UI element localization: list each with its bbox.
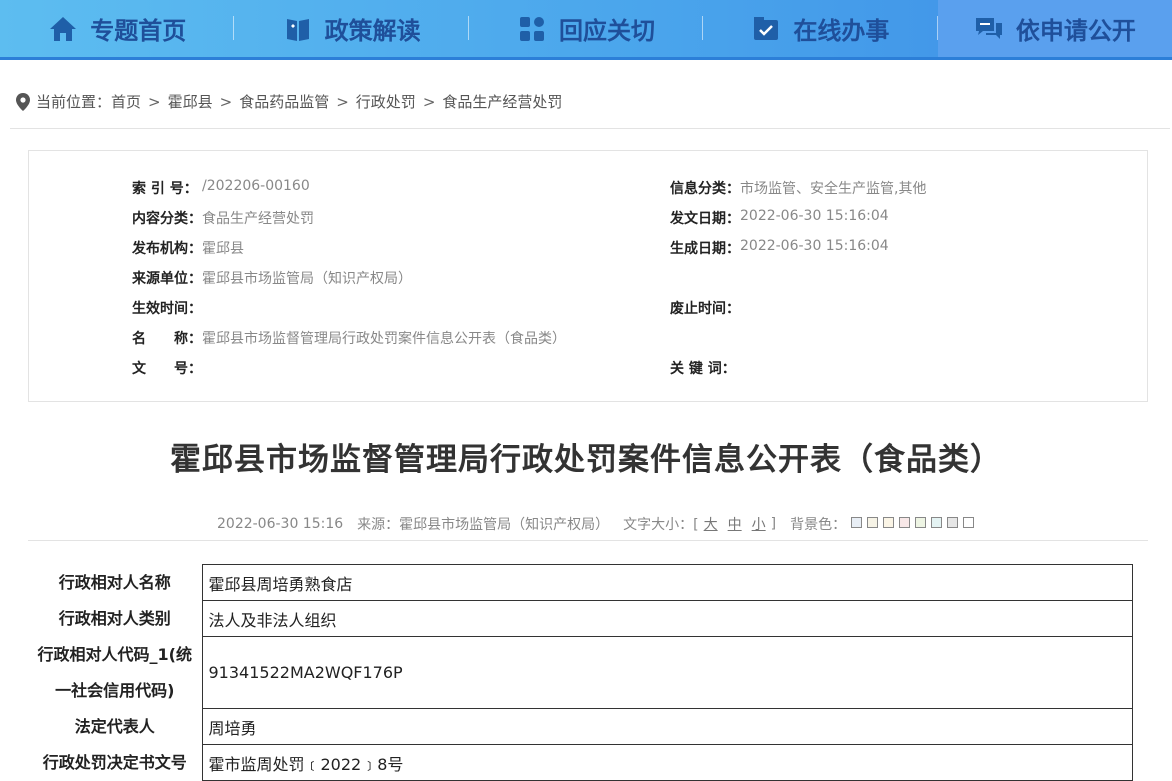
bg-color-swatch[interactable] [931, 517, 943, 528]
bg-color-swatch[interactable] [867, 517, 879, 528]
table-row: 行政处罚决定书文号 霍市监周处罚﹝2022﹞8号 [28, 744, 1133, 781]
breadcrumb-divider [10, 128, 1170, 129]
meta-name: 名 称： 霍邱县市场监督管理局行政处罚案件信息公开表（食品类） [132, 328, 566, 348]
meta-index-label: 索 引 号： [132, 181, 198, 197]
meta-category-label: 信息分类： [670, 181, 740, 197]
nav-item-label: 专题首页 [90, 17, 187, 45]
meta-docno-label: 文 号： [132, 361, 202, 377]
table-key: 行政处罚决定书文号 [42, 752, 187, 772]
meta-index: 索 引 号： /202206-00160 [132, 178, 310, 198]
article-source: 来源：霍邱县市场监管局（知识产权局） [357, 517, 610, 533]
table-row: 行政相对人类别 法人及非法人组织 [28, 600, 1133, 637]
breadcrumb-separator: > [219, 92, 233, 111]
meta-category-value: 市场监管、安全生产监管,其他 [740, 181, 927, 197]
grid-icon [520, 16, 545, 41]
meta-gen-date-value: 2022-06-30 15:16:04 [740, 238, 889, 254]
case-info-table: 行政相对人名称 霍邱县周培勇熟食店 行政相对人类别 法人及非法人组织 行政相对人… [28, 564, 1133, 781]
bg-color-swatch[interactable] [899, 517, 911, 528]
table-row: 行政相对人代码_1(统一社会信用代码) 91341522MA2WQF176P [28, 636, 1133, 709]
breadcrumb-prefix: 当前位置： [36, 93, 112, 111]
meta-org-value: 霍邱县 [202, 241, 244, 257]
breadcrumb-separator: > [148, 92, 161, 111]
meta-effective-label: 生效时间： [132, 301, 202, 317]
font-size-bracket: ] [770, 516, 777, 532]
font-size-large-button[interactable]: 大 [704, 514, 718, 534]
breadcrumb-food-penalty[interactable]: 食品生产经营处罚 [442, 91, 562, 112]
breadcrumb-county[interactable]: 霍邱县 [168, 91, 213, 112]
table-row: 行政相对人名称 霍邱县周培勇熟食店 [28, 564, 1133, 601]
meta-org: 发布机构： 霍邱县 [132, 238, 244, 258]
briefcase-icon [754, 16, 779, 40]
meta-keywords-label: 关 键 词： [670, 361, 736, 377]
nav-item-response[interactable]: 回应关切 [469, 0, 704, 57]
article-info-bar: 2022-06-30 15:16 来源：霍邱县市场监管局（知识产权局） 文字大小… [217, 514, 975, 534]
table-value: 周培勇 [201, 708, 1133, 745]
meta-name-value: 霍邱县市场监督管理局行政处罚案件信息公开表（食品类） [202, 331, 566, 347]
nav-item-label: 在线办事 [793, 17, 890, 45]
meta-gen-date-label: 生成日期： [670, 241, 740, 257]
bg-color-swatch[interactable] [915, 517, 927, 528]
breadcrumb-home[interactable]: 首页 [111, 91, 141, 112]
meta-source-value: 霍邱县市场监管局（知识产权局） [202, 271, 412, 287]
meta-issue-date-label: 发文日期： [670, 211, 740, 227]
nav-item-policy[interactable]: 政策解读 [234, 0, 470, 57]
table-key: 行政相对人代码_1(统一社会信用代码) [37, 644, 192, 700]
bg-color-swatches [846, 516, 975, 532]
info-divider [28, 540, 1148, 541]
breadcrumb: 当前位置： 首页 > 霍邱县 > 食品药品监管 > 行政处罚 > 食品生产经营处… [16, 91, 562, 112]
meta-content: 内容分类： 食品生产经营处罚 [132, 208, 314, 228]
breadcrumb-separator: > [422, 92, 436, 111]
metadata-panel: 索 引 号： /202206-00160 信息分类： 市场监管、安全生产监管,其… [28, 150, 1148, 402]
bg-color-swatch[interactable] [851, 517, 863, 528]
meta-keywords: 关 键 词： [670, 358, 740, 378]
table-value: 法人及非法人组织 [201, 600, 1133, 637]
nav-item-label: 政策解读 [324, 17, 421, 45]
table-key: 法定代表人 [74, 716, 155, 736]
table-key: 行政相对人名称 [58, 572, 171, 592]
breadcrumb-separator: > [336, 92, 349, 111]
meta-expire: 废止时间： [670, 298, 740, 318]
meta-issue-date-value: 2022-06-30 15:16:04 [740, 208, 889, 224]
meta-gen-date: 生成日期： 2022-06-30 15:16:04 [670, 238, 889, 258]
font-size-label: 文字大小：[ [623, 517, 699, 533]
page-title: 霍邱县市场监督管理局行政处罚案件信息公开表（食品类） [170, 442, 1002, 478]
breadcrumb-penalty[interactable]: 行政处罚 [356, 91, 416, 112]
table-value: 91341522MA2WQF176P [201, 636, 1133, 709]
chat-icon [975, 17, 1002, 39]
meta-index-value: /202206-00160 [202, 178, 310, 194]
table-row: 法定代表人 周培勇 [28, 708, 1133, 745]
nav-item-label: 回应关切 [559, 17, 656, 45]
nav-item-label: 依申请公开 [1015, 17, 1136, 45]
bg-color-swatch[interactable] [883, 517, 895, 528]
meta-docno: 文 号： [132, 358, 202, 378]
nav-item-apply[interactable]: 依申请公开 [937, 0, 1172, 57]
meta-expire-label: 废止时间： [670, 301, 740, 317]
bg-color-swatch[interactable] [963, 517, 975, 528]
meta-category: 信息分类： 市场监管、安全生产监管,其他 [670, 178, 926, 198]
bg-color-label: 背景色： [790, 517, 847, 533]
meta-content-value: 食品生产经营处罚 [202, 211, 314, 227]
nav-item-home[interactable]: 专题首页 [0, 0, 235, 57]
meta-name-label: 名 称： [132, 331, 202, 347]
font-size-small-button[interactable]: 小 [752, 514, 766, 534]
home-icon [50, 16, 77, 41]
top-nav: 专题首页 政策解读 回应关切 在线办事 依申请公开 [0, 0, 1172, 60]
breadcrumb-food-drug[interactable]: 食品药品监管 [239, 91, 329, 112]
book-icon [286, 18, 309, 41]
meta-issue-date: 发文日期： 2022-06-30 15:16:04 [670, 208, 889, 228]
meta-source-label: 来源单位： [132, 271, 202, 287]
meta-org-label: 发布机构： [132, 241, 202, 257]
table-value: 霍市监周处罚﹝2022﹞8号 [201, 744, 1133, 781]
publish-datetime: 2022-06-30 15:16 [217, 516, 344, 532]
bg-color-swatch[interactable] [947, 517, 959, 528]
meta-effective: 生效时间： [132, 298, 202, 318]
nav-item-online[interactable]: 在线办事 [703, 0, 939, 57]
meta-content-label: 内容分类： [132, 211, 202, 227]
table-key: 行政相对人类别 [58, 608, 171, 628]
location-pin-icon [16, 92, 30, 111]
font-size-medium-button[interactable]: 中 [728, 514, 742, 534]
meta-source: 来源单位： 霍邱县市场监管局（知识产权局） [132, 268, 412, 288]
table-value: 霍邱县周培勇熟食店 [201, 564, 1133, 601]
